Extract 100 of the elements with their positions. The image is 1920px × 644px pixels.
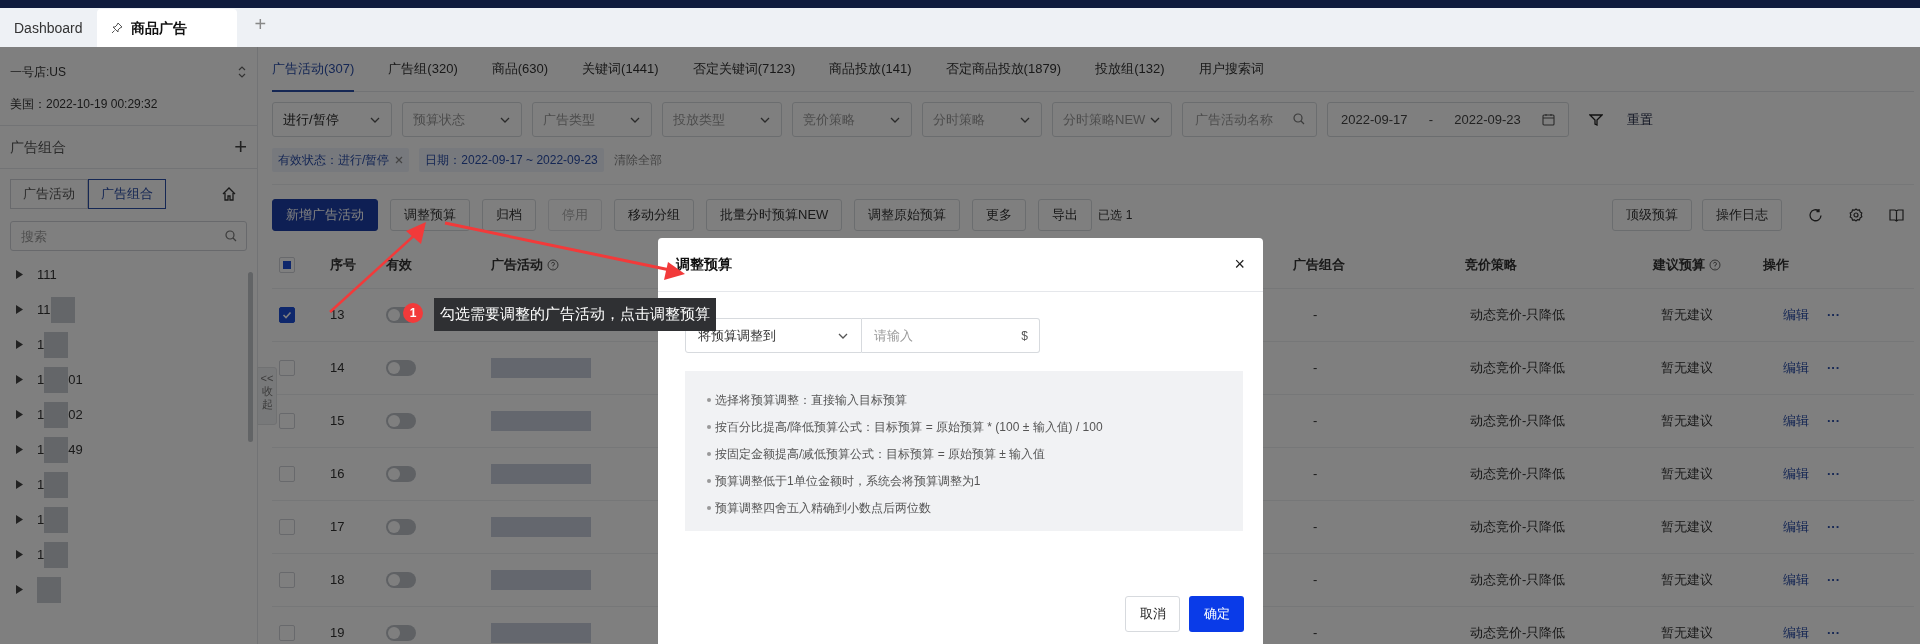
tab[interactable]: 广告组(320) <box>388 47 458 92</box>
expand-icon[interactable] <box>16 410 23 419</box>
collapse-button[interactable]: << 收起 <box>257 367 277 425</box>
more-button[interactable]: ··· <box>1827 305 1840 325</box>
more-button[interactable]: ··· <box>1827 358 1840 378</box>
toolbar-button[interactable]: 归档 <box>482 199 536 231</box>
edit-link[interactable]: 编辑 <box>1783 358 1809 378</box>
refresh-icon[interactable] <box>1808 207 1823 223</box>
expand-icon[interactable] <box>16 550 23 559</box>
expand-icon[interactable] <box>16 585 23 594</box>
more-button[interactable]: ··· <box>1827 464 1840 484</box>
toggle-switch[interactable] <box>386 413 416 429</box>
expand-icon[interactable] <box>16 270 23 279</box>
date-range-field[interactable]: 2022-09-17 - 2022-09-23 <box>1327 102 1569 137</box>
toolbar-button[interactable]: 操作日志 <box>1702 199 1782 231</box>
filter-icon[interactable] <box>1589 112 1603 127</box>
toolbar-button[interactable]: 批量分时预算NEW <box>706 199 843 231</box>
close-button[interactable]: × <box>1234 251 1245 278</box>
tab[interactable]: 商品投放(141) <box>829 47 912 92</box>
expand-icon[interactable] <box>16 480 23 489</box>
toolbar-button[interactable]: 更多 <box>972 199 1027 231</box>
tree-item[interactable]: 1 <box>37 369 45 390</box>
toolbar-button[interactable]: 顶级预算 <box>1612 199 1692 231</box>
tab[interactable]: 用户搜索词 <box>1198 47 1264 92</box>
more-button[interactable]: ··· <box>1827 623 1840 643</box>
expand-icon[interactable] <box>16 305 23 314</box>
filter-select[interactable]: 进行/暂停 <box>272 102 392 137</box>
toggle-switch[interactable] <box>386 360 416 376</box>
tree-item[interactable]: 1 <box>37 439 45 460</box>
reset-button[interactable]: 重置 <box>1627 109 1653 130</box>
filter-chip[interactable]: 有效状态：进行/暂停 <box>272 148 410 172</box>
more-button[interactable]: ··· <box>1827 517 1840 537</box>
new-tab-button[interactable]: + <box>254 9 267 39</box>
tab[interactable]: 否定关键词(7123) <box>692 47 796 92</box>
home-icon[interactable] <box>221 186 237 202</box>
column-header: 序号 <box>330 255 356 274</box>
expand-icon[interactable] <box>16 375 23 384</box>
browser-tab[interactable]: 商品广告 <box>96 9 237 47</box>
column-header: 广告活动 <box>491 255 543 274</box>
tree-item[interactable]: 1 <box>37 474 45 495</box>
toolbar-button[interactable]: 移动分组 <box>614 199 694 231</box>
segment-option[interactable]: 广告组合 <box>88 179 166 209</box>
calendar-icon <box>1542 113 1555 126</box>
table-cell: 动态竞价-只降低 <box>1470 307 1566 323</box>
browser-tab[interactable]: Dashboard <box>0 9 97 47</box>
edit-link[interactable]: 编辑 <box>1783 305 1809 325</box>
edit-link[interactable]: 编辑 <box>1783 623 1809 643</box>
tab[interactable]: 商品(630) <box>491 47 549 92</box>
column-header: 有效 <box>386 255 412 274</box>
add-button[interactable]: + <box>234 136 247 158</box>
table-cell: - <box>1313 466 1318 482</box>
tree-item[interactable]: 1 <box>37 509 45 530</box>
clear-all-link[interactable]: 清除全部 <box>613 151 662 169</box>
toolbar-button[interactable]: 调整原始预算 <box>854 199 961 231</box>
toolbar-button[interactable]: 新增广告活动 <box>272 199 378 231</box>
tab[interactable]: 否定商品投放(1879) <box>945 47 1062 92</box>
segment-option[interactable]: 广告活动 <box>10 179 88 209</box>
table-cell: 14 <box>330 360 345 376</box>
checkbox[interactable] <box>279 307 295 323</box>
edit-link[interactable]: 编辑 <box>1783 570 1809 590</box>
close-icon[interactable] <box>395 156 404 164</box>
edit-link[interactable]: 编辑 <box>1783 464 1809 484</box>
more-button[interactable]: ··· <box>1827 570 1840 590</box>
edit-link[interactable]: 编辑 <box>1783 517 1809 537</box>
section-title: 广告组合 <box>10 137 66 157</box>
table-cell: 16 <box>330 466 345 482</box>
tab[interactable]: 投放组(132) <box>1095 47 1165 92</box>
column-header: 建议预算 <box>1653 255 1705 274</box>
table-cell: 暂无建议 <box>1661 360 1713 376</box>
toggle-switch[interactable] <box>386 466 416 482</box>
tab[interactable]: 关键词(1441) <box>582 47 659 92</box>
tree-item-suffix: 49 <box>68 440 83 459</box>
annotation-tooltip: 勾选需要调整的广告活动，点击调整预算 <box>434 298 716 331</box>
more-button[interactable]: ··· <box>1827 411 1840 431</box>
tree-item[interactable]: 1 <box>37 334 45 355</box>
toolbar-button[interactable]: 导出 <box>1038 199 1093 231</box>
info-text: 预算调整低于1单位金额时，系统会将预算调整为1 <box>715 473 981 490</box>
expand-icon[interactable] <box>16 445 23 454</box>
tree-item[interactable]: 11 <box>37 299 51 320</box>
tree-item[interactable]: 1 <box>37 544 45 565</box>
currency-symbol: $ <box>1021 328 1028 345</box>
toggle-switch[interactable] <box>386 572 416 588</box>
filter-chip[interactable]: 日期：2022-09-17 ~ 2022-09-23 <box>419 148 604 172</box>
expand-icon[interactable] <box>16 515 23 524</box>
table-cell: 暂无建议 <box>1661 625 1713 641</box>
expand-icon[interactable] <box>16 340 23 349</box>
tab[interactable]: 广告活动(307) <box>272 47 355 92</box>
sort-icon[interactable] <box>237 65 247 79</box>
settings-icon[interactable] <box>1849 208 1863 222</box>
book-icon[interactable] <box>1889 208 1904 222</box>
tree-item[interactable]: 111 <box>37 264 57 285</box>
confirm-button[interactable]: 确定 <box>1189 596 1244 632</box>
cancel-button[interactable]: 取消 <box>1125 596 1180 632</box>
toggle-switch[interactable] <box>386 625 416 641</box>
table-cell: 暂无建议 <box>1661 519 1713 535</box>
toolbar-button[interactable]: 调整预算 <box>390 199 470 231</box>
dialog-title: 调整预算 <box>676 255 732 274</box>
toggle-switch[interactable] <box>386 519 416 535</box>
tree-item[interactable]: 1 <box>37 404 45 425</box>
edit-link[interactable]: 编辑 <box>1783 411 1809 431</box>
